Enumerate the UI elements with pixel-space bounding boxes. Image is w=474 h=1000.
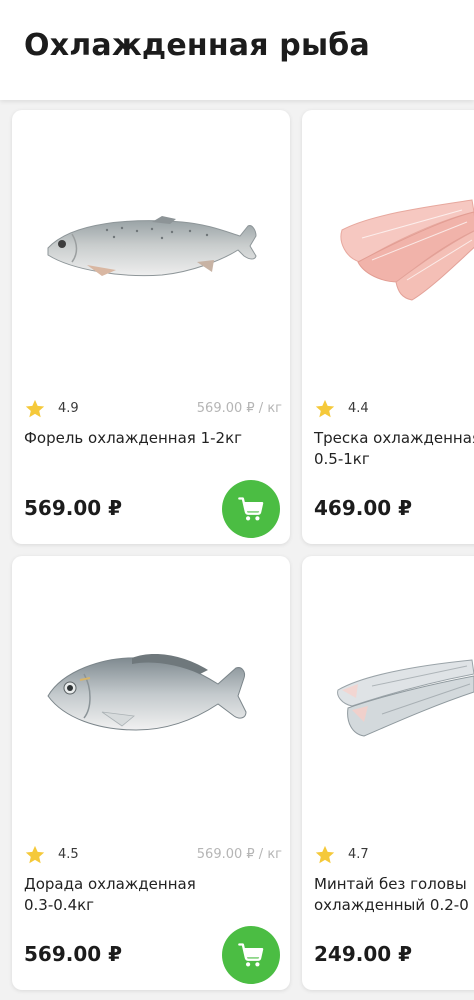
rating-value: 4.5 (58, 847, 79, 862)
rating-value: 4.9 (58, 401, 79, 416)
unit-price: 569.00 ₽ / кг (196, 847, 282, 862)
cart-icon (238, 497, 264, 521)
app-header: Охлажденная рыба (0, 0, 474, 100)
product-card[interactable]: 4.5 569.00 ₽ / кг Дорада охлажденная 0.3… (12, 556, 290, 990)
product-name[interactable]: Треска охлажденная 0.5-1кг (314, 428, 474, 470)
cod-fillet-image[interactable] (302, 110, 474, 390)
product-price: 569.00 ₽ (24, 496, 123, 520)
add-to-cart-button[interactable] (222, 926, 280, 984)
product-name[interactable]: Форель охлажденная 1-2кг (24, 428, 282, 449)
rating-value: 4.4 (348, 401, 369, 416)
unit-price: 569.00 ₽ / кг (196, 401, 282, 416)
rating-row: 4.9 569.00 ₽ / кг (24, 398, 282, 420)
rating-row: 4.4 (314, 398, 474, 420)
star-icon (25, 399, 45, 418)
rating-row: 4.7 (314, 844, 474, 866)
product-price: 469.00 ₽ (314, 496, 413, 520)
cart-icon (238, 943, 264, 967)
star-icon (25, 845, 45, 864)
star-icon (315, 399, 335, 418)
page-title: Охлажденная рыба (24, 28, 370, 63)
add-to-cart-button[interactable] (222, 480, 280, 538)
dorado-image[interactable] (12, 556, 290, 836)
pollock-image[interactable] (302, 556, 474, 836)
product-card[interactable]: 4.4 Треска охлажденная 0.5-1кг 469.00 ₽ (302, 110, 474, 544)
product-price: 249.00 ₽ (314, 942, 413, 966)
rating-row: 4.5 569.00 ₽ / кг (24, 844, 282, 866)
product-price: 569.00 ₽ (24, 942, 123, 966)
trout-image[interactable] (12, 110, 290, 390)
star-icon (315, 845, 335, 864)
rating-value: 4.7 (348, 847, 369, 862)
product-card[interactable]: 4.7 Минтай без головы охлажденный 0.2-0 … (302, 556, 474, 990)
product-card[interactable]: 4.9 569.00 ₽ / кг Форель охлажденная 1-2… (12, 110, 290, 544)
product-name[interactable]: Минтай без головы охлажденный 0.2-0 (314, 874, 474, 916)
product-grid[interactable]: 4.9 569.00 ₽ / кг Форель охлажденная 1-2… (0, 100, 474, 1000)
product-name[interactable]: Дорада охлажденная 0.3-0.4кг (24, 874, 282, 916)
